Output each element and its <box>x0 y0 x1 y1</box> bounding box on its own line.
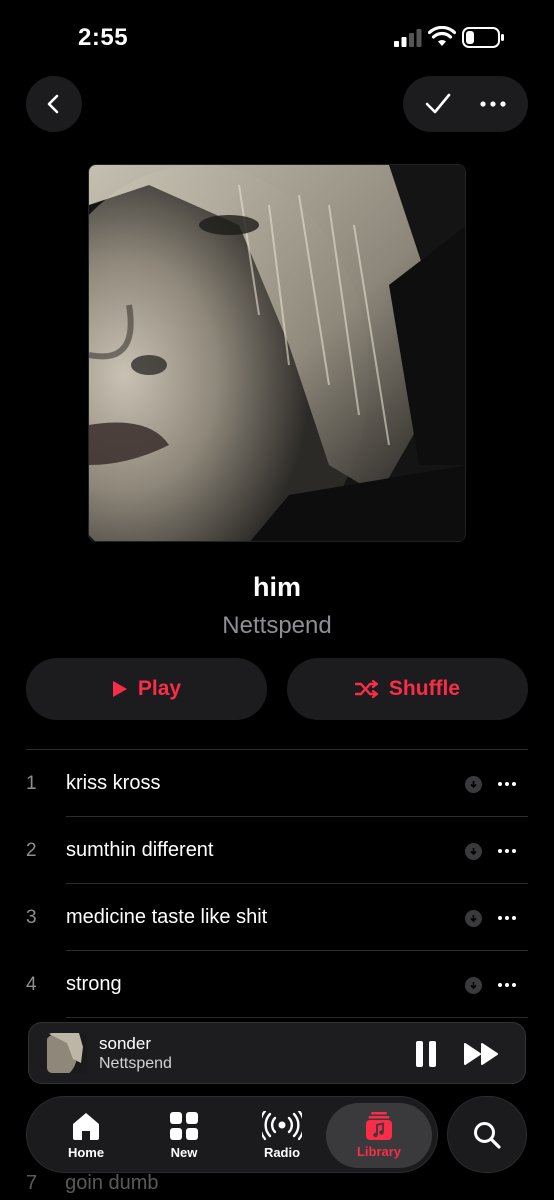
track-row[interactable]: 1 kriss kross <box>0 750 554 817</box>
tab-radio[interactable]: Radio <box>238 1097 326 1174</box>
search-icon <box>474 1121 501 1149</box>
track-row[interactable]: 3 medicine taste like shit <box>0 884 554 951</box>
tab-label: Home <box>67 1145 105 1160</box>
cellular-signal-icon <box>394 29 422 47</box>
tab-label: Library <box>356 1144 402 1159</box>
more-options-button[interactable] <box>468 79 518 129</box>
now-playing-artist: Nettspend <box>99 1055 172 1072</box>
play-icon <box>112 681 127 697</box>
radio-broadcast-icon <box>262 1111 302 1141</box>
downloaded-icon <box>465 910 482 927</box>
album-title: him <box>252 572 301 602</box>
track-divider <box>66 1017 528 1018</box>
search-button[interactable] <box>447 1096 527 1173</box>
now-playing-artwork <box>47 1033 87 1073</box>
fast-forward-icon[interactable] <box>463 1040 501 1068</box>
status-bar: 2:55 <box>0 0 554 76</box>
track-number: 4 <box>26 973 37 995</box>
battery-icon <box>462 27 504 48</box>
track-more-button[interactable] <box>498 983 516 987</box>
added-to-library-button[interactable] <box>413 79 463 129</box>
track-more-button[interactable] <box>498 782 516 786</box>
album-actions-pill <box>403 76 528 132</box>
tab-bar: Home New Radio Library <box>26 1096 438 1173</box>
pause-button[interactable] <box>411 1038 441 1070</box>
track-more-button[interactable] <box>498 849 516 853</box>
play-button-label: Play <box>137 677 182 700</box>
tab-label: Radio <box>263 1145 301 1160</box>
track-number: 3 <box>26 906 37 928</box>
shuffle-button-label: Shuffle <box>388 677 461 700</box>
mini-player[interactable]: sonder Nettspend <box>28 1022 526 1084</box>
checkmark-icon <box>425 93 451 114</box>
tab-label: New <box>170 1145 198 1160</box>
track-list: 1 kriss kross 2 sumthin different 3 medi… <box>0 750 554 1018</box>
downloaded-icon <box>465 776 482 793</box>
library-music-icon <box>366 1112 392 1140</box>
track-number: 1 <box>26 772 37 794</box>
album-artist-link[interactable]: Nettspend <box>0 612 554 640</box>
downloaded-icon <box>465 977 482 994</box>
shuffle-icon <box>354 679 379 699</box>
now-playing-title: sonder <box>99 1034 151 1053</box>
tab-library[interactable]: Library <box>326 1103 432 1168</box>
track-row-partially-hidden[interactable]: 7 goin dumb <box>26 1172 159 1195</box>
track-number: 7 <box>26 1172 38 1194</box>
status-time: 2:55 <box>78 24 129 51</box>
tab-new[interactable]: New <box>140 1097 228 1174</box>
shuffle-button[interactable]: Shuffle <box>287 658 528 720</box>
album-artwork <box>88 164 466 542</box>
wifi-icon <box>428 26 456 46</box>
tab-home[interactable]: Home <box>42 1097 130 1174</box>
track-title: kriss kross <box>66 772 161 794</box>
track-more-button[interactable] <box>498 916 516 920</box>
track-title: sumthin different <box>66 839 214 861</box>
track-title: medicine taste like shit <box>66 906 268 928</box>
home-icon <box>73 1113 99 1140</box>
grid-icon <box>170 1112 198 1140</box>
chevron-left-icon <box>47 94 59 114</box>
album-cover-portrait-icon <box>89 165 465 541</box>
track-title: goin dumb <box>65 1172 159 1194</box>
track-title: strong <box>66 973 122 995</box>
track-row[interactable]: 4 strong <box>0 951 554 1018</box>
track-row[interactable]: 2 sumthin different <box>0 817 554 884</box>
play-button[interactable]: Play <box>26 658 267 720</box>
ellipsis-icon <box>480 101 506 107</box>
downloaded-icon <box>465 843 482 860</box>
back-button[interactable] <box>26 76 82 132</box>
track-number: 2 <box>26 839 37 861</box>
